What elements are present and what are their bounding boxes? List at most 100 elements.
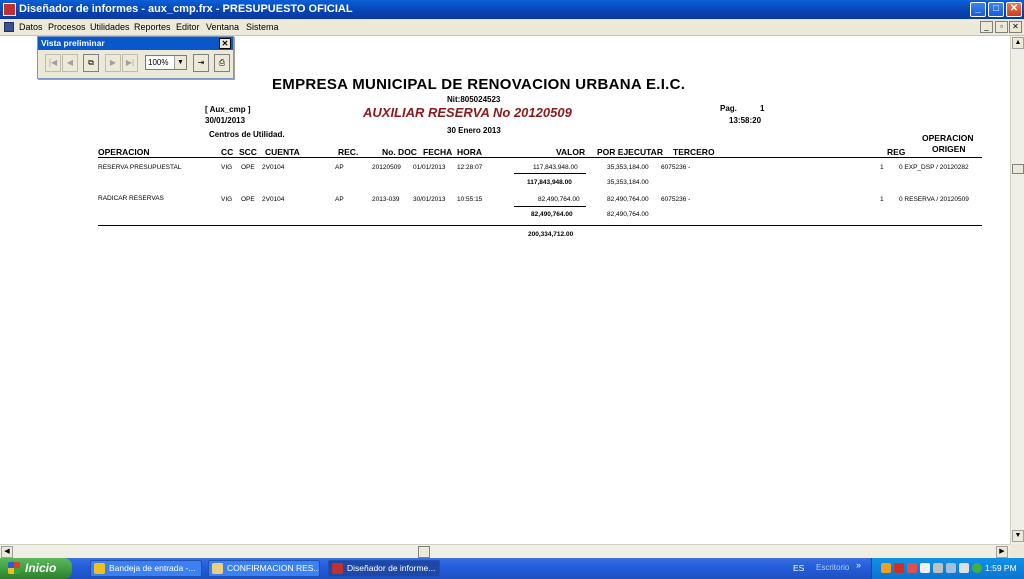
mdi-minimize-button[interactable]: _ (980, 21, 993, 33)
horizontal-scroll-thumb[interactable] (418, 546, 430, 558)
menu-sistema[interactable]: Sistema (246, 22, 279, 32)
col-scc: SCC (239, 147, 257, 157)
taskbar: Inicio Bandeja de entrada -... CONFIRMAC… (0, 558, 1024, 579)
window-title: Diseñador de informes - aux_cmp.frx - PR… (19, 3, 353, 15)
maximize-button[interactable]: □ (988, 2, 1004, 17)
menu-reportes[interactable]: Reportes (134, 22, 171, 32)
row1-operacion: RESERVA PRESUPUESTAL (98, 164, 182, 171)
window-title-bar[interactable]: Diseñador de informes - aux_cmp.frx - PR… (0, 0, 1024, 19)
row2-subtotal-ejecutar: 82,490,764.00 (607, 211, 649, 218)
row1-subtotal-ejecutar: 35,353,184.00 (607, 179, 649, 186)
row2-tercero: 6075236 - (661, 196, 691, 203)
preview-toolbar-title[interactable]: Vista preliminar (38, 37, 233, 50)
scroll-down-icon[interactable]: ▼ (1012, 530, 1024, 542)
next-page-icon[interactable]: ▶ (105, 54, 121, 72)
row1-rec: AP (335, 164, 344, 171)
clock[interactable]: 1:59 PM (985, 563, 1017, 573)
vertical-scroll-thumb[interactable] (1012, 164, 1024, 174)
row2-subtotal-valor: 82,490,764.00 (531, 211, 573, 218)
task-bandeja-label: Bandeja de entrada -... (109, 563, 196, 573)
task-disenador-label: Diseñador de informe... (347, 563, 436, 573)
zoom-select[interactable]: 100% ▼ (145, 55, 187, 70)
windows-logo-icon (8, 562, 20, 574)
header-rule (98, 157, 982, 158)
language-indicator[interactable]: ES (793, 563, 804, 573)
total-rule (98, 225, 982, 226)
col-operacion-origen-2: ORIGEN (932, 144, 966, 154)
row1-valor: 117,843,948.00 (533, 164, 578, 171)
close-button[interactable]: ✕ (1006, 2, 1022, 17)
first-page-icon[interactable]: |◀ (45, 54, 61, 72)
tray-outlook-icon[interactable] (881, 563, 891, 573)
horizontal-scrollbar[interactable]: ◀ ▶ (0, 544, 1010, 558)
row1-tercero: 6075236 - (661, 164, 691, 171)
minimize-button[interactable]: _ (970, 2, 986, 17)
task-disenador[interactable]: Diseñador de informe... (328, 560, 440, 577)
tray-device-icon[interactable] (959, 563, 969, 573)
row1-origen: 0 EXP_DSP / 20120282 (899, 164, 969, 171)
zoom-value: 100% (148, 58, 169, 67)
scroll-left-icon[interactable]: ◀ (1, 546, 13, 558)
tray-network-icon[interactable] (933, 563, 943, 573)
scroll-right-icon[interactable]: ▶ (996, 546, 1008, 558)
scroll-corner (1010, 544, 1024, 558)
report-period: 30 Enero 2013 (447, 126, 501, 135)
menu-procesos[interactable]: Procesos (48, 22, 86, 32)
report-title: AUXILIAR RESERVA No 20120509 (363, 105, 572, 120)
col-cuenta: CUENTA (265, 147, 300, 157)
col-tercero: TERCERO (673, 147, 715, 157)
row1-subtotal-rule (514, 173, 586, 174)
row2-por-ejecutar: 82,490,764.00 (607, 196, 649, 203)
menu-editor[interactable]: Editor (176, 22, 200, 32)
menu-bar: Datos Procesos Utilidades Reportes Edito… (0, 19, 1024, 36)
row1-scc: OPE (241, 164, 255, 171)
start-button[interactable]: Inicio (0, 558, 72, 579)
start-label: Inicio (25, 561, 57, 575)
grand-total: 200,334,712.00 (528, 231, 574, 238)
last-page-icon[interactable]: ▶| (122, 54, 138, 72)
tray-antivirus-icon[interactable] (920, 563, 930, 573)
col-nodoc: No. DOC (382, 147, 417, 157)
col-valor: VALOR (556, 147, 586, 157)
row1-reg: 1 (880, 164, 884, 171)
menu-datos[interactable]: Datos (19, 22, 43, 32)
print-icon[interactable]: ⎙ (214, 54, 230, 72)
task-bandeja[interactable]: Bandeja de entrada -... (90, 560, 202, 577)
row1-subtotal-valor: 117,843,948.00 (527, 179, 572, 186)
row2-rec: AP (335, 196, 344, 203)
row2-reg: 1 (880, 196, 884, 203)
tray-acrobat-icon[interactable] (894, 563, 904, 573)
report-date: 30/01/2013 (205, 116, 246, 125)
menu-ventana[interactable]: Ventana (206, 22, 239, 32)
task-confirmacion[interactable]: CONFIRMACION RES... (208, 560, 320, 577)
scroll-up-icon[interactable]: ▲ (1012, 37, 1024, 49)
company-nit: Nit:805024523 (447, 95, 501, 104)
row2-nodoc: 2013-039 (372, 196, 400, 203)
previous-page-icon[interactable]: ◀ (62, 54, 78, 72)
row2-operacion: RADICAR RESERVAS (98, 195, 164, 202)
desktop-toolbar[interactable]: Escritorio (816, 563, 849, 572)
vertical-scrollbar[interactable]: ▲ ▼ (1010, 36, 1024, 544)
tray-app-icon[interactable] (907, 563, 917, 573)
close-preview-icon[interactable]: ⇥ (193, 54, 209, 72)
tray-volume-icon[interactable] (946, 563, 956, 573)
mdi-restore-button[interactable]: ▫ (995, 21, 1008, 33)
col-fecha: FECHA (423, 147, 453, 157)
system-tray: 1:59 PM (871, 558, 1024, 579)
row2-origen: 0 RESERVA / 20120509 (899, 196, 969, 203)
menu-utilidades[interactable]: Utilidades (90, 22, 130, 32)
toolbar-chevron-icon[interactable]: » (856, 560, 861, 570)
tray-update-icon[interactable] (972, 563, 982, 573)
preview-close-button[interactable]: ✕ (219, 38, 231, 49)
row1-fecha: 01/01/2013 (413, 164, 446, 171)
row2-valor: 82,490,764.00 (538, 196, 580, 203)
row2-cc: VIG (221, 196, 233, 203)
company-name: EMPRESA MUNICIPAL DE RENOVACION URBANA E… (272, 76, 686, 93)
mdi-close-button[interactable]: ✕ (1009, 21, 1022, 33)
mail-icon (212, 563, 223, 574)
page-label: Pag. (720, 104, 737, 113)
chevron-down-icon[interactable]: ▼ (174, 56, 186, 69)
go-to-page-icon[interactable]: ⧉ (83, 54, 99, 72)
col-cc: CC (221, 147, 234, 157)
document-menu-icon[interactable] (4, 22, 14, 32)
